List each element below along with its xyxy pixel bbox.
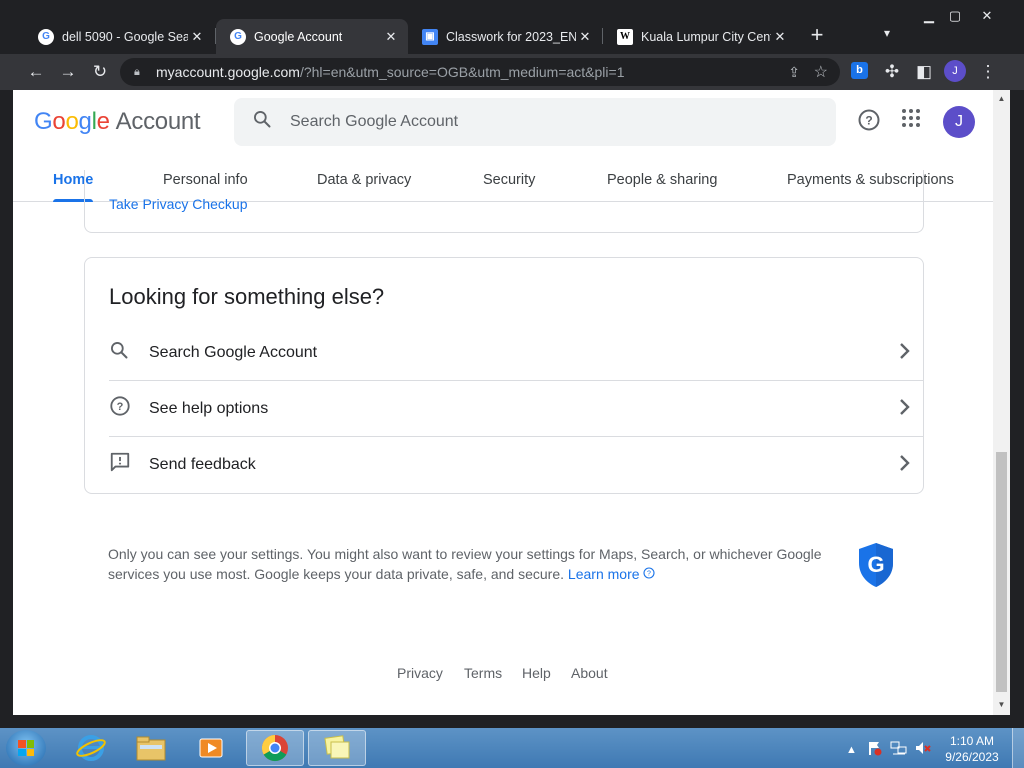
apps-grid-icon[interactable] [897,108,925,136]
share-icon[interactable]: ⇪ [788,64,800,81]
chevron-right-icon [884,396,924,422]
volume-muted-icon[interactable] [914,740,932,759]
close-tab-icon[interactable]: ✕ [576,29,594,45]
tab-title: dell 5090 - Google Search [62,29,188,44]
account-wordmark: Account [115,108,201,135]
chevron-right-icon [884,452,924,478]
page-viewport: Google Account Search Google Account ? J … [13,90,993,715]
file-explorer-icon[interactable] [122,730,180,766]
svg-text:?: ? [117,401,124,413]
window-frame-left [0,90,13,715]
address-bar[interactable]: 🔒︎ myaccount.google.com /?hl=en&utm_sour… [120,58,840,86]
looking-for-something-card: Looking for something else? Search Googl… [84,257,924,494]
account-header: Google Account Search Google Account ? J [13,90,993,154]
google-shield-icon: G [856,541,896,594]
close-tab-icon[interactable]: ✕ [771,29,789,45]
footer-about-link[interactable]: About [571,665,608,681]
svg-text:?: ? [865,114,872,128]
browser-toolbar: ← → ↻ 🔒︎ myaccount.google.com /?hl=en&ut… [0,54,1024,90]
close-tab-icon[interactable]: ✕ [188,29,206,45]
window-frame-right [1010,90,1024,728]
send-feedback-row[interactable]: Send feedback [109,437,924,493]
network-icon[interactable] [890,740,908,759]
scrollbar-thumb[interactable] [996,452,1007,692]
windows-logo-icon [18,740,34,756]
google-wordmark: Google [34,108,110,135]
close-window-button[interactable]: ✕ [974,8,1000,28]
search-placeholder: Search Google Account [290,113,459,130]
privacy-checkup-card: Take Privacy Checkup [84,170,924,233]
row-label: See help options [149,399,269,417]
sticky-notes-icon[interactable] [308,730,366,766]
tab-title: Classwork for 2023_ENGLISH [446,29,576,44]
search-input[interactable]: Search Google Account [234,98,836,146]
footnote-text: Only you can see your settings. You migh… [108,546,822,582]
tab-title: Google Account [254,29,343,44]
extensions-puzzle-icon[interactable]: ✣ [880,60,904,84]
internet-explorer-icon[interactable] [62,730,120,766]
help-icon[interactable]: ? [855,108,883,136]
row-label: Send feedback [149,456,256,473]
tab-kuala-lumpur[interactable]: W Kuala Lumpur City Centre ✕ [603,19,797,54]
privacy-checkup-link[interactable]: Take Privacy Checkup [109,196,248,212]
media-player-icon[interactable] [182,730,240,766]
classroom-icon: ▣ [422,28,438,45]
search-icon [234,109,290,135]
google-g-icon: G [230,28,246,45]
tab-search-dropdown-icon[interactable]: ▾ [884,26,890,40]
start-button[interactable] [6,730,46,766]
clock-time: 1:10 AM [949,734,995,748]
tab-classwork[interactable]: ▣ Classwork for 2023_ENGLISH ✕ [408,19,602,54]
tab-google-search[interactable]: G dell 5090 - Google Search ✕ [24,19,214,54]
url-path: /?hl=en&utm_source=OGB&utm_medium=act&pl… [299,64,625,80]
clock-date: 9/26/2023 [945,750,999,764]
tab-google-account[interactable]: G Google Account ✕ [216,19,408,54]
chrome-taskbar-icon[interactable] [246,730,304,766]
minimize-button[interactable]: ▁ [916,8,942,28]
help-circle-icon: ? [109,395,149,423]
svg-text:G: G [867,552,884,577]
footer-terms-link[interactable]: Terms [464,665,502,681]
chevron-right-icon [884,340,924,366]
learn-more-link[interactable]: Learn more [568,566,640,582]
chrome-menu-icon[interactable]: ⋮ [976,60,1000,84]
google-account-logo[interactable]: Google Account [34,108,201,136]
footer-privacy-link[interactable]: Privacy [397,665,443,681]
lock-icon: 🔒︎ [134,65,140,78]
bookmark-star-icon[interactable]: ☆ [814,62,828,82]
search-icon [109,340,149,366]
search-account-row[interactable]: Search Google Account [109,325,924,381]
browser-profile-avatar[interactable]: J [944,60,966,82]
show-hidden-icons-arrow[interactable]: ▲ [846,744,857,756]
scroll-down-arrow-icon[interactable]: ▼ [993,700,1010,709]
svg-text:?: ? [647,571,651,578]
card-title: Looking for something else? [109,284,385,309]
extension-b-icon[interactable]: b [851,62,868,79]
tab-title: Kuala Lumpur City Centre [641,29,771,44]
footer-help-link[interactable]: Help [522,665,551,681]
side-panel-icon[interactable]: ◧ [912,60,936,84]
tab-strip: G dell 5090 - Google Search ✕ G Google A… [0,0,1024,54]
url-host: myaccount.google.com [156,64,300,80]
action-center-flag-icon[interactable] [866,740,882,759]
forward-arrow-icon[interactable]: → [56,60,80,84]
account-avatar[interactable]: J [943,106,975,138]
taskbar-clock[interactable]: 1:10 AM 9/26/2023 [940,733,1004,765]
wikipedia-w-icon: W [617,28,633,45]
back-arrow-icon[interactable]: ← [24,60,48,84]
google-g-icon: G [38,28,54,45]
reload-icon[interactable]: ↻ [88,60,112,84]
feedback-icon [109,451,149,479]
maximize-button[interactable]: ▢ [942,8,968,28]
close-tab-icon[interactable]: ✕ [382,29,400,45]
help-options-row[interactable]: ? See help options [109,381,924,437]
page-scrollbar[interactable]: ▲ ▼ [993,90,1010,715]
scroll-up-arrow-icon[interactable]: ▲ [993,94,1010,103]
show-desktop-button[interactable] [1012,728,1024,768]
info-circle-icon: ? [643,566,655,582]
row-label: Search Google Account [149,343,318,361]
privacy-footnote: Only you can see your settings. You migh… [108,544,848,584]
window-frame-bottom [0,715,1024,728]
new-tab-button[interactable]: + [806,24,828,46]
